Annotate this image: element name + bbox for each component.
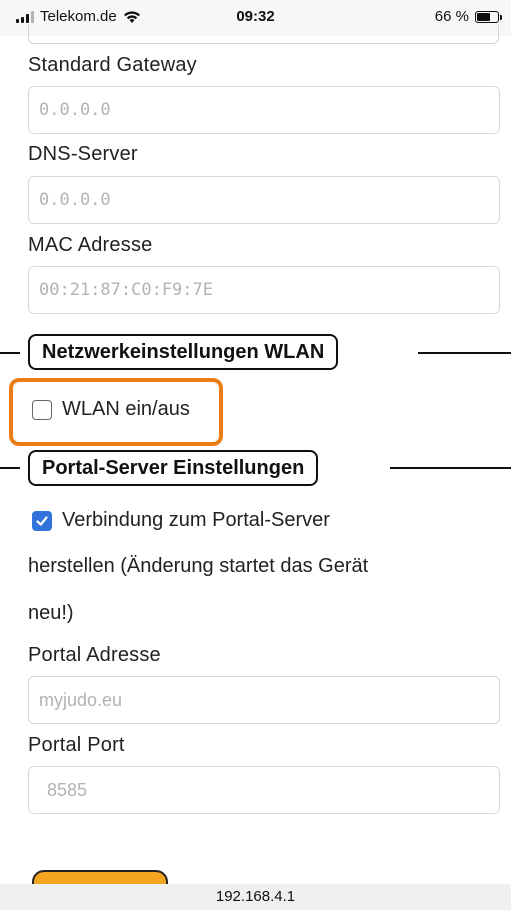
portal-connect-label-line-2: herstellen (Änderung startet das Gerät [28, 555, 369, 577]
mac-label: MAC Adresse [28, 234, 153, 256]
section-divider-left [0, 352, 20, 354]
battery-icon [475, 10, 502, 23]
status-right: 66 % [434, 8, 502, 25]
portal-connect-label-line-1: Verbindung zum Portal-Server [62, 509, 330, 531]
portal-connect-checkbox[interactable] [32, 510, 52, 531]
portal-connect-label-line-3: neu!) [28, 602, 74, 624]
battery-percent: 66 % [434, 8, 469, 25]
previous-field-edge [28, 24, 499, 44]
portal-connect-toggle[interactable]: Verbindung zum Portal-Server [32, 509, 330, 532]
gateway-label: Standard Gateway [28, 54, 197, 76]
gateway-input[interactable] [28, 86, 500, 134]
portal-port-label: Portal Port [28, 734, 125, 756]
checkmark-icon [36, 515, 48, 526]
wlan-checkbox[interactable] [32, 399, 52, 420]
portal-address-label: Portal Adresse [28, 644, 161, 666]
wlan-toggle-label: WLAN ein/aus [62, 398, 190, 420]
section-divider-left [0, 467, 20, 469]
section-divider-right [390, 467, 511, 469]
portal-section-title: Portal-Server Einstellungen [28, 450, 319, 486]
portal-address-input[interactable] [28, 676, 500, 724]
mac-input[interactable] [28, 266, 500, 314]
wlan-section-title: Netzwerkeinstellungen WLAN [28, 334, 339, 370]
dns-input[interactable] [28, 176, 500, 224]
portal-port-input[interactable] [28, 766, 500, 814]
wlan-toggle[interactable]: WLAN ein/aus [32, 398, 190, 421]
section-divider-right [418, 352, 511, 354]
dns-label: DNS-Server [28, 143, 138, 165]
url-bar[interactable]: 192.168.4.1 [0, 884, 511, 910]
